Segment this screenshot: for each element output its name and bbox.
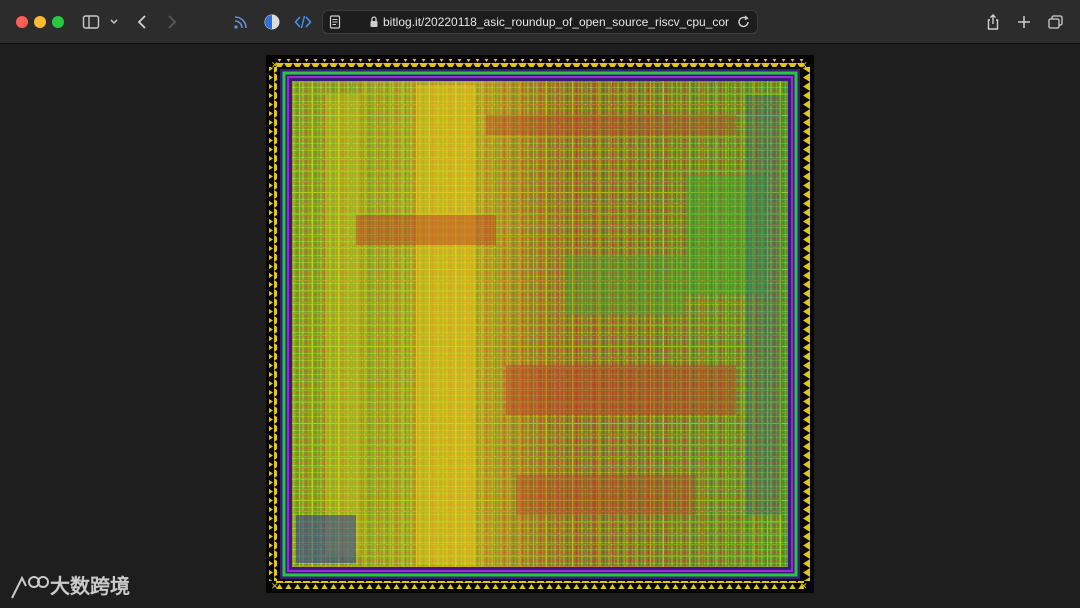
page-content: ✕ ✕ ✕ ✕ [0,44,1080,608]
code-icon[interactable] [294,12,312,32]
asic-layout-image: ✕ ✕ ✕ ✕ [266,55,814,593]
forward-arrow-icon[interactable] [164,12,180,32]
svg-text:✕: ✕ [271,61,279,71]
minimize-button[interactable] [34,16,46,28]
plus-icon[interactable] [1016,12,1032,32]
browser-window: bitlog.it/20220118_asic_roundup_of_open_… [0,0,1080,608]
svg-text:✕: ✕ [800,61,808,71]
sidebar-icon[interactable] [82,12,100,32]
share-icon[interactable] [985,12,1001,32]
svg-text:✕: ✕ [800,582,808,592]
zoom-button[interactable] [52,16,64,28]
url-text[interactable]: bitlog.it/20220118_asic_roundup_of_open_… [383,11,729,33]
privacy-report-icon[interactable] [263,12,281,32]
back-arrow-icon[interactable] [134,12,150,32]
chevron-down-icon[interactable] [108,12,120,32]
browser-toolbar: bitlog.it/20220118_asic_roundup_of_open_… [0,0,1080,44]
address-bar[interactable]: bitlog.it/20220118_asic_roundup_of_open_… [322,10,758,34]
watermark-logo-icon [10,572,50,602]
watermark: 大数跨境 [10,572,130,602]
reader-icon[interactable] [328,12,342,32]
lock-icon [369,12,379,32]
svg-text:✕: ✕ [271,582,279,592]
close-button[interactable] [16,16,28,28]
rss-icon[interactable] [232,12,248,32]
watermark-text: 大数跨境 [50,576,130,598]
tab-overview-icon[interactable] [1047,12,1065,32]
reload-icon[interactable] [737,12,751,32]
